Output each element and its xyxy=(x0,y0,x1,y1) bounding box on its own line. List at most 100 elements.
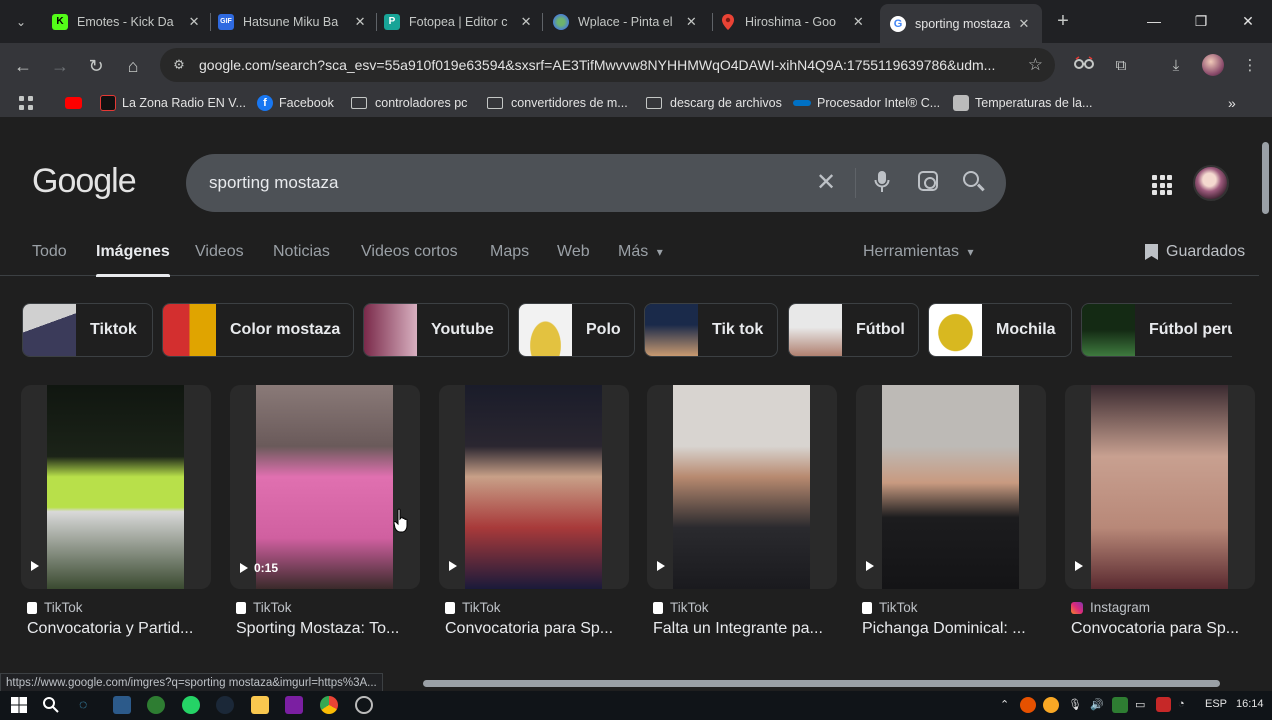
chip-futbol[interactable]: Fútbol xyxy=(788,303,919,357)
result-card[interactable]: Instagram Convocatoria para Sp... xyxy=(1065,385,1255,645)
tools-button[interactable]: Herramientas ▾ xyxy=(863,243,974,261)
close-tab-icon[interactable]: ✕ xyxy=(352,14,368,30)
tab-videos-cortos[interactable]: Videos cortos xyxy=(361,243,458,261)
close-tab-icon[interactable]: ✕ xyxy=(186,14,202,30)
result-title[interactable]: Falta un Integrante pa... xyxy=(653,620,838,638)
bookmark-youtube[interactable] xyxy=(65,94,88,112)
bookmark-temperaturas[interactable]: Temperaturas de la... xyxy=(953,94,1092,112)
chip-polo[interactable]: Polo xyxy=(518,303,635,357)
google-apps-icon[interactable] xyxy=(1152,175,1172,195)
tab-sporting-mostaza[interactable]: G sporting mostaza ✕ xyxy=(880,4,1042,43)
tray-app-icon[interactable] xyxy=(1043,697,1059,713)
chip-youtube[interactable]: Youtube xyxy=(363,303,509,357)
file-explorer-icon[interactable] xyxy=(251,696,269,714)
result-title[interactable]: Convocatoria y Partid... xyxy=(27,620,212,638)
extensions-puzzle-icon[interactable]: ⧉ xyxy=(1110,55,1132,77)
steam-icon[interactable] xyxy=(216,696,234,714)
chip-tik-tok[interactable]: Tik tok xyxy=(644,303,778,357)
address-bar[interactable]: ⚙ google.com/search?sca_esv=55a910f019e6… xyxy=(160,48,1055,82)
close-tab-icon[interactable]: ✕ xyxy=(1016,16,1032,32)
taskbar-search-icon[interactable] xyxy=(42,696,60,714)
tab-fotopea[interactable]: P Fotopea | Editor c ✕ xyxy=(374,4,544,39)
site-info-icon[interactable]: ⚙ xyxy=(170,56,188,74)
tab-search-button[interactable]: ⌄ xyxy=(8,9,34,35)
back-button[interactable]: ← xyxy=(10,53,36,79)
bookmark-intel[interactable]: Procesador Intel® C... xyxy=(793,94,940,112)
bookmark-star-icon[interactable]: ☆ xyxy=(1028,55,1043,75)
tab-kick-emotes[interactable]: K Emotes - Kick Da ✕ xyxy=(42,4,212,39)
home-button[interactable]: ⌂ xyxy=(120,53,146,79)
close-tab-icon[interactable]: ✕ xyxy=(684,14,699,30)
search-query[interactable]: sporting mostaza xyxy=(209,173,338,193)
tab-maps[interactable]: Maps xyxy=(490,243,529,261)
apps-grid-icon[interactable] xyxy=(18,94,34,112)
google-logo[interactable]: Google xyxy=(32,162,137,201)
close-tab-icon[interactable]: ✕ xyxy=(518,14,534,30)
tab-noticias[interactable]: Noticias xyxy=(273,243,330,261)
result-card[interactable]: TikTok Pichanga Dominical: ... xyxy=(856,385,1046,645)
profile-avatar-small[interactable] xyxy=(1202,54,1224,76)
language-indicator[interactable]: ESP xyxy=(1205,698,1227,710)
clear-search-icon[interactable]: ✕ xyxy=(816,168,836,197)
result-title[interactable]: Convocatoria para Sp... xyxy=(445,620,630,638)
close-window-button[interactable]: ✕ xyxy=(1234,8,1262,34)
windows-start-icon[interactable] xyxy=(10,696,28,714)
volume-icon[interactable]: 🔊 xyxy=(1090,698,1104,711)
tab-wplace[interactable]: Wplace - Pinta el ✕ xyxy=(543,4,709,39)
bookmarks-overflow-icon[interactable]: » xyxy=(1228,94,1236,112)
vertical-scrollbar[interactable] xyxy=(1259,127,1272,675)
tray-app-icon[interactable] xyxy=(1020,697,1036,713)
tab-mas[interactable]: Más ▾ xyxy=(618,243,663,261)
whatsapp-icon[interactable] xyxy=(182,696,200,714)
result-title[interactable]: Sporting Mostaza: To... xyxy=(236,620,421,638)
forward-button[interactable]: → xyxy=(47,53,73,79)
result-card[interactable]: TikTok Convocatoria y Partid... xyxy=(21,385,211,645)
bookmark-folder-controladores[interactable]: controladores pc xyxy=(351,94,467,112)
search-icon[interactable] xyxy=(963,171,979,187)
minimize-button[interactable]: — xyxy=(1140,8,1168,34)
result-card[interactable]: TikTok Falta un Integrante pa... xyxy=(647,385,837,645)
wifi-icon[interactable]: ◔ xyxy=(1178,698,1185,710)
result-title[interactable]: Pichanga Dominical: ... xyxy=(862,620,1047,638)
chrome-icon[interactable] xyxy=(320,696,338,714)
bookmark-la-zona-radio[interactable]: La Zona Radio EN V... xyxy=(100,94,246,112)
tray-app-icon[interactable] xyxy=(1112,697,1128,713)
scrollbar-thumb[interactable] xyxy=(423,680,1220,687)
scrollbar-thumb[interactable] xyxy=(1262,142,1269,214)
bookmark-folder-descarg[interactable]: descarg de archivos xyxy=(646,94,782,112)
app-icon[interactable] xyxy=(147,696,165,714)
tab-todo[interactable]: Todo xyxy=(32,243,67,261)
app-icon[interactable] xyxy=(113,696,131,714)
tab-web[interactable]: Web xyxy=(557,243,590,261)
bookmark-facebook[interactable]: f Facebook xyxy=(257,94,334,112)
google-lens-icon[interactable] xyxy=(918,171,938,191)
tab-hatsune-miku[interactable]: GIF Hatsune Miku Ba ✕ xyxy=(208,4,378,39)
search-box[interactable]: sporting mostaza ✕ xyxy=(186,154,1006,212)
chip-color-mostaza[interactable]: Color mostaza xyxy=(162,303,354,357)
microphone-icon[interactable] xyxy=(874,170,890,194)
tab-videos[interactable]: Videos xyxy=(195,243,244,261)
downloads-icon[interactable]: ⤓ xyxy=(1165,55,1187,77)
address-url[interactable]: google.com/search?sca_esv=55a910f019e635… xyxy=(199,57,1004,73)
chip-futbol-peru[interactable]: Fútbol peru xyxy=(1081,303,1232,357)
restore-button[interactable]: ❐ xyxy=(1187,8,1215,34)
tray-expand-icon[interactable]: ⌃ xyxy=(1000,698,1009,711)
new-tab-button[interactable]: + xyxy=(1052,10,1074,32)
tab-imagenes[interactable]: Imágenes xyxy=(96,243,170,277)
clock[interactable]: 16:14 xyxy=(1236,698,1264,710)
app-icon[interactable] xyxy=(355,696,373,714)
reload-button[interactable]: ↻ xyxy=(83,53,109,79)
menu-kebab-icon[interactable]: ⋮ xyxy=(1239,55,1261,77)
result-card[interactable]: 0:15 TikTok Sporting Mostaza: To... xyxy=(230,385,420,645)
microphone-icon[interactable]: 🎙 xyxy=(1068,698,1082,711)
chip-mochila[interactable]: Mochila xyxy=(928,303,1072,357)
app-icon[interactable] xyxy=(285,696,303,714)
tab-hiroshima-maps[interactable]: Hiroshima - Goo ✕ xyxy=(710,4,876,39)
task-view-icon[interactable]: ◌ xyxy=(79,696,97,714)
chip-tiktok[interactable]: Tiktok xyxy=(22,303,153,357)
close-tab-icon[interactable]: ✕ xyxy=(851,14,866,30)
bookmark-folder-convertidores[interactable]: convertidores de m... xyxy=(487,94,628,112)
account-avatar[interactable] xyxy=(1193,165,1229,201)
result-title[interactable]: Convocatoria para Sp... xyxy=(1071,620,1256,638)
result-card[interactable]: TikTok Convocatoria para Sp... xyxy=(439,385,629,645)
